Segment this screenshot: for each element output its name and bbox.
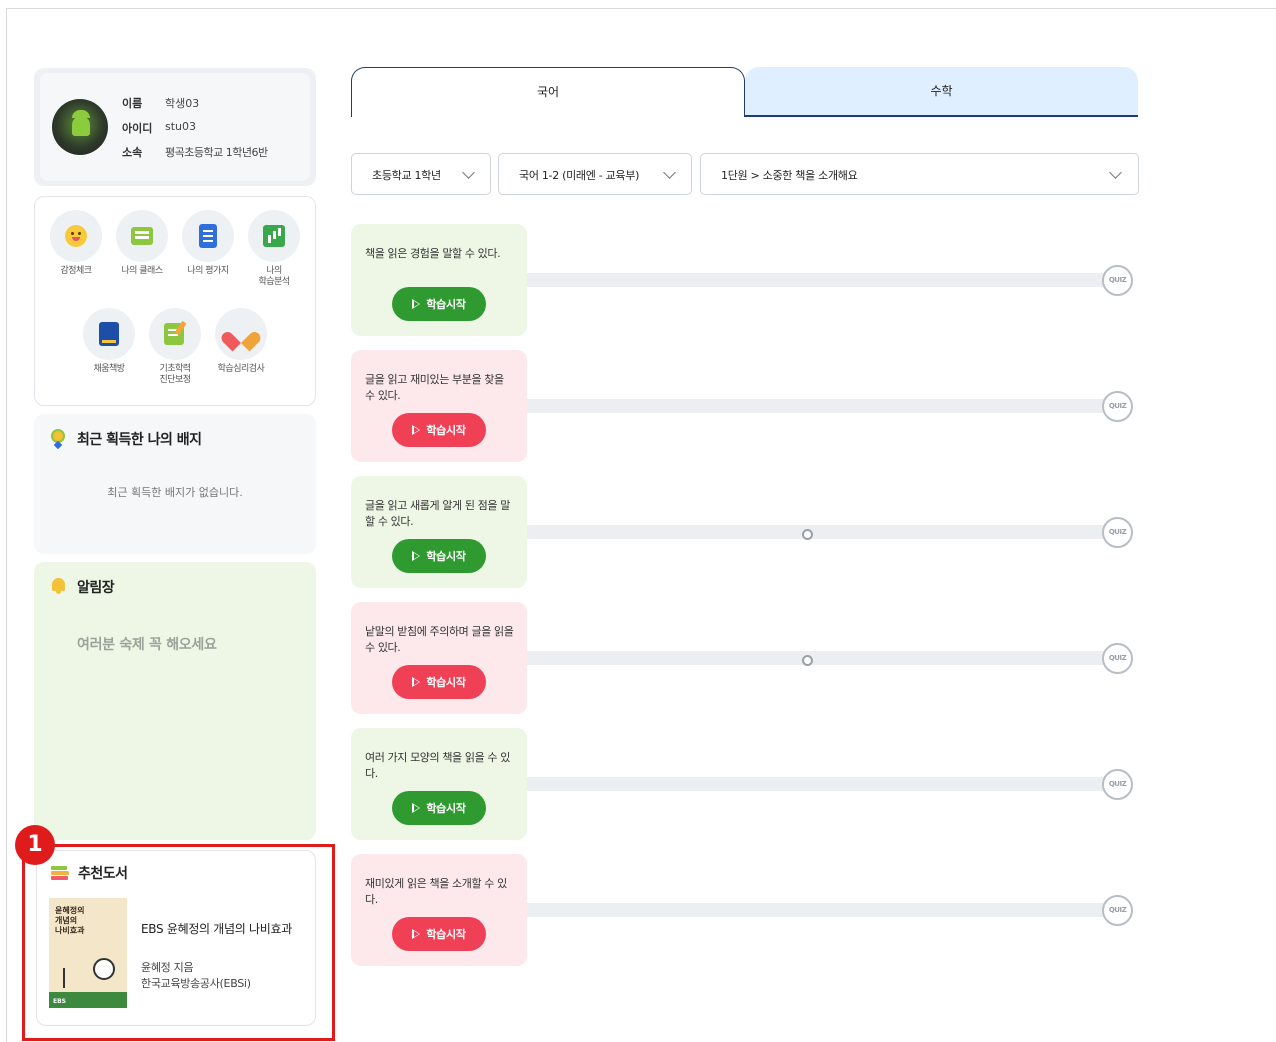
chevron-down-icon — [663, 166, 676, 179]
menu-label: 채움책방 — [93, 364, 125, 374]
my-class-icon — [131, 227, 153, 245]
menu-label: 학습심리검사 — [217, 364, 265, 374]
play-icon — [412, 929, 421, 940]
start-learning-button[interactable]: 학습시작 — [392, 539, 486, 573]
lesson-objective: 재미있게 읽은 책을 소개할 수 있다. — [365, 877, 507, 906]
menu-label: 나의 평가지 — [187, 266, 229, 276]
badge-title: 최근 획득한 나의 배지 — [77, 432, 202, 448]
menu-my-evaluation[interactable]: 나의 평가지 — [175, 210, 241, 277]
start-learning-label: 학습시작 — [426, 551, 466, 563]
start-learning-button[interactable]: 학습시작 — [392, 665, 486, 699]
progress-track — [527, 525, 1117, 539]
progress-track — [527, 399, 1117, 413]
page-left-border — [6, 8, 7, 1042]
textbook-select-value: 국어 1-2 (미래엔 - 교육부) — [519, 169, 640, 182]
notice-message: 여러분 숙제 꼭 해오세요 — [77, 637, 217, 653]
progress-point[interactable] — [802, 529, 813, 540]
page-top-border — [6, 8, 1276, 9]
progress-track — [527, 777, 1117, 791]
progress-track — [527, 651, 1117, 665]
annotation-marker: 1 — [15, 825, 55, 865]
unit-select-value: 1단원 > 소중한 책을 소개해요 — [721, 169, 858, 182]
quiz-button[interactable]: QUIZ — [1102, 895, 1133, 926]
avatar — [52, 99, 108, 155]
my-evaluation-icon — [199, 224, 217, 248]
start-learning-button[interactable]: 학습시작 — [392, 791, 486, 825]
menu-bookstore[interactable]: 채움책방 — [76, 308, 142, 375]
start-learning-button[interactable]: 학습시작 — [392, 287, 486, 321]
progress-track — [527, 273, 1117, 287]
grade-select[interactable]: 초등학교 1학년 — [351, 153, 491, 195]
unit-select[interactable]: 1단원 > 소중한 책을 소개해요 — [700, 153, 1139, 195]
play-icon — [412, 551, 421, 562]
name-label: 이름 — [122, 97, 143, 110]
start-learning-label: 학습시작 — [426, 677, 466, 689]
menu-emotion-check[interactable]: 감정체크 — [43, 210, 109, 277]
chevron-down-icon — [1109, 166, 1122, 179]
play-icon — [412, 803, 421, 814]
start-learning-label: 학습시작 — [426, 299, 466, 311]
progress-point[interactable] — [802, 655, 813, 666]
start-learning-label: 학습시작 — [426, 929, 466, 941]
tab-korean[interactable]: 국어 — [351, 67, 745, 117]
start-learning-label: 학습시작 — [426, 803, 466, 815]
tab-border — [351, 115, 352, 117]
lesson-card: 재미있게 읽은 책을 소개할 수 있다. 학습시작 — [351, 854, 527, 966]
heart-icon — [229, 324, 253, 346]
tab-underline — [745, 115, 1138, 117]
id-label: 아이디 — [122, 122, 153, 135]
start-learning-button[interactable]: 학습시작 — [392, 413, 486, 447]
chevron-down-icon — [462, 166, 475, 179]
textbook-select[interactable]: 국어 1-2 (미래엔 - 교육부) — [498, 153, 692, 195]
quiz-button[interactable]: QUIZ — [1102, 391, 1133, 422]
notice-title: 알림장 — [77, 580, 115, 596]
menu-label: 감정체크 — [60, 266, 92, 276]
diagnosis-icon — [164, 323, 184, 345]
badge-empty-message: 최근 획득한 배지가 없습니다. — [107, 486, 243, 499]
menu-label: 나의 클래스 — [121, 266, 163, 276]
menu-label: 나의 학습분석 — [258, 266, 290, 287]
emotion-check-icon — [65, 225, 87, 247]
quiz-button[interactable]: QUIZ — [1102, 265, 1133, 296]
menu-my-class[interactable]: 나의 클래스 — [109, 210, 175, 277]
menu-psychology-test[interactable]: 학습심리검사 — [208, 308, 274, 375]
play-icon — [412, 299, 421, 310]
grade-select-value: 초등학교 1학년 — [372, 169, 441, 182]
lesson-card: 글을 읽고 새롭게 알게 된 점을 말할 수 있다. 학습시작 — [351, 476, 527, 588]
quiz-button[interactable]: QUIZ — [1102, 643, 1133, 674]
org-value: 평곡초등학교 1학년6반 — [165, 146, 268, 159]
menu-label: 기초학력 진단보정 — [159, 364, 191, 385]
lesson-card: 글을 읽고 재미있는 부분을 찾을 수 있다. 학습시작 — [351, 350, 527, 462]
annotation-highlight-box — [22, 844, 335, 1041]
book-icon — [99, 322, 119, 346]
quiz-button[interactable]: QUIZ — [1102, 517, 1133, 548]
lesson-objective: 책을 읽은 경험을 말할 수 있다. — [365, 247, 501, 260]
lesson-card: 여러 가지 모양의 책을 읽을 수 있다. 학습시작 — [351, 728, 527, 840]
start-learning-label: 학습시작 — [426, 425, 466, 437]
menu-learning-analysis[interactable]: 나의 학습분석 — [241, 210, 307, 288]
start-learning-button[interactable]: 학습시작 — [392, 917, 486, 951]
bell-icon — [52, 578, 65, 594]
id-value: stu03 — [165, 120, 197, 133]
progress-track — [527, 903, 1117, 917]
learning-analysis-icon — [263, 225, 285, 247]
lesson-objective: 여러 가지 모양의 책을 읽을 수 있다. — [365, 751, 510, 780]
lesson-objective: 낱말의 받침에 주의하며 글을 읽을 수 있다. — [365, 625, 514, 654]
tab-math[interactable]: 수학 — [745, 67, 1138, 117]
menu-diagnosis[interactable]: 기초학력 진단보정 — [142, 308, 208, 386]
quiz-button[interactable]: QUIZ — [1102, 769, 1133, 800]
play-icon — [412, 677, 421, 688]
org-label: 소속 — [122, 146, 143, 159]
lesson-card: 책을 읽은 경험을 말할 수 있다. 학습시작 — [351, 224, 527, 336]
name-value: 학생03 — [165, 97, 200, 110]
lesson-card: 낱말의 받침에 주의하며 글을 읽을 수 있다. 학습시작 — [351, 602, 527, 714]
lesson-objective: 글을 읽고 새롭게 알게 된 점을 말할 수 있다. — [365, 499, 510, 528]
play-icon — [412, 425, 421, 436]
notice-card — [34, 562, 316, 840]
medal-icon — [51, 429, 65, 443]
lesson-objective: 글을 읽고 재미있는 부분을 찾을 수 있다. — [365, 373, 504, 402]
